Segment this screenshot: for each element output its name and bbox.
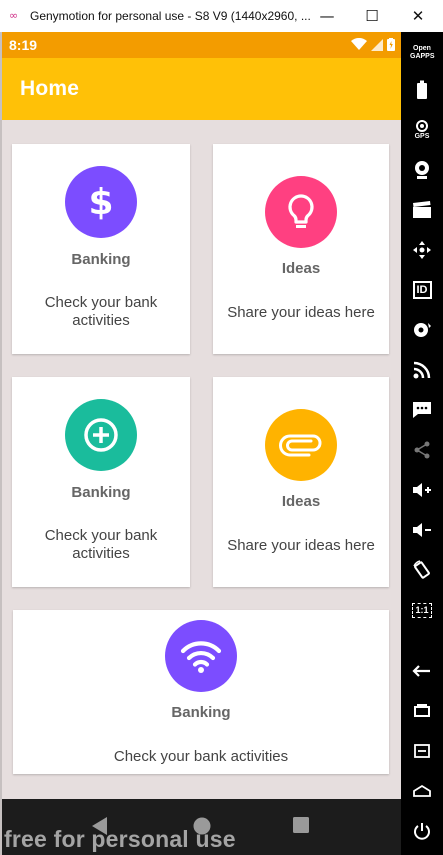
battery-button[interactable] bbox=[401, 76, 443, 104]
webcam-icon bbox=[415, 161, 429, 179]
card-title: Ideas bbox=[281, 493, 321, 510]
back-arrow-icon bbox=[412, 665, 430, 677]
card-title: Banking bbox=[71, 484, 131, 501]
message-icon bbox=[413, 402, 431, 418]
move-icon bbox=[413, 241, 431, 259]
pixel-perfect-button[interactable]: 1:1 bbox=[401, 596, 443, 624]
clapperboard-icon bbox=[413, 201, 431, 218]
share-button[interactable] bbox=[401, 436, 443, 464]
recents-button[interactable] bbox=[292, 816, 310, 834]
status-icons bbox=[351, 38, 395, 51]
signal-status-icon bbox=[371, 38, 383, 51]
dollar-icon: $ bbox=[65, 166, 137, 238]
card-description: Check your bank activities bbox=[113, 748, 289, 765]
maximize-icon: ☐ bbox=[365, 7, 379, 25]
network-button[interactable] bbox=[401, 356, 443, 384]
card-ideas-2[interactable]: Ideas Share your ideas here bbox=[213, 377, 389, 587]
share-icon bbox=[414, 441, 430, 459]
disc-icon bbox=[414, 323, 431, 337]
capture-button[interactable] bbox=[401, 196, 443, 224]
dashboard-grid: $ Banking Check your bank activities Ide… bbox=[2, 120, 401, 799]
nav-recent-button[interactable] bbox=[401, 698, 443, 724]
genymotion-logo-icon: ∞ bbox=[9, 9, 19, 22]
volume-down-button[interactable] bbox=[401, 516, 443, 544]
minimize-button[interactable]: — bbox=[305, 0, 349, 32]
wifi-status-icon bbox=[351, 38, 367, 50]
card-banking-1[interactable]: $ Banking Check your bank activities bbox=[12, 144, 190, 354]
rotate-button[interactable] bbox=[401, 556, 443, 584]
menu-icon bbox=[414, 744, 430, 758]
sms-button[interactable] bbox=[401, 396, 443, 424]
rotate-icon bbox=[413, 560, 430, 579]
minimize-icon: — bbox=[319, 7, 335, 25]
lightbulb-icon bbox=[265, 176, 337, 248]
svg-text:$: $ bbox=[88, 182, 113, 223]
card-description: Share your ideas here bbox=[227, 537, 375, 554]
nav-home-button[interactable] bbox=[401, 778, 443, 804]
emulator-sidebar: Open GAPPS GPS ID 1:1 bbox=[401, 32, 443, 855]
card-title: Ideas bbox=[281, 260, 321, 277]
plus-circle-icon bbox=[65, 399, 137, 471]
card-icon-circle: $ bbox=[65, 166, 137, 238]
paperclip-icon bbox=[265, 409, 337, 481]
status-time: 8:19 bbox=[9, 37, 38, 53]
card-icon-circle bbox=[265, 409, 337, 481]
device-id-button[interactable]: ID bbox=[401, 276, 443, 304]
watermark-text: free for personal use bbox=[4, 826, 236, 852]
window-title: Genymotion for personal use - S8 V9 (144… bbox=[30, 9, 311, 23]
card-banking-3[interactable]: Banking Check your bank activities bbox=[13, 610, 389, 774]
nav-back-button[interactable] bbox=[401, 658, 443, 684]
volume-up-button[interactable] bbox=[401, 476, 443, 504]
gps-button[interactable]: GPS bbox=[401, 114, 443, 144]
card-description: Share your ideas here bbox=[227, 304, 375, 321]
gps-label: GPS bbox=[414, 132, 430, 140]
menu-button[interactable] bbox=[401, 738, 443, 764]
recent-apps-icon bbox=[414, 704, 430, 717]
power-button[interactable] bbox=[401, 818, 443, 844]
rss-icon bbox=[413, 361, 431, 379]
wifi-icon bbox=[165, 620, 237, 692]
status-bar: 8:19 bbox=[2, 32, 401, 58]
volume-down-icon bbox=[413, 523, 431, 537]
card-banking-2[interactable]: Banking Check your bank activities bbox=[12, 377, 190, 587]
close-icon: ✕ bbox=[411, 7, 425, 25]
card-title: Banking bbox=[171, 704, 231, 721]
page-title: Home bbox=[20, 77, 80, 100]
card-ideas-1[interactable]: Ideas Share your ideas here bbox=[213, 144, 389, 354]
volume-up-icon bbox=[413, 483, 431, 497]
open-gapps-label: Open GAPPS bbox=[410, 45, 435, 60]
power-icon bbox=[414, 823, 430, 840]
card-description: Check your bank activities bbox=[44, 294, 158, 329]
battery-status-icon bbox=[387, 38, 395, 51]
scale-icon: 1:1 bbox=[412, 602, 432, 618]
dpad-button[interactable] bbox=[401, 236, 443, 264]
close-button[interactable]: ✕ bbox=[396, 0, 440, 32]
card-title: Banking bbox=[71, 251, 131, 268]
maximize-button[interactable]: ☐ bbox=[350, 0, 394, 32]
app-toolbar: Home bbox=[2, 58, 401, 120]
card-description: Check your bank activities bbox=[44, 527, 158, 562]
battery-icon bbox=[417, 80, 427, 99]
camera-button[interactable] bbox=[401, 156, 443, 184]
window-titlebar: ∞ Genymotion for personal use - S8 V9 (1… bbox=[0, 0, 443, 33]
card-icon-circle bbox=[65, 399, 137, 471]
card-icon-circle bbox=[165, 620, 237, 692]
media-button[interactable] bbox=[401, 316, 443, 344]
gps-icon bbox=[416, 119, 428, 132]
card-icon-circle bbox=[265, 176, 337, 248]
id-icon: ID bbox=[412, 281, 432, 299]
home-icon bbox=[413, 784, 431, 797]
open-gapps-button[interactable]: Open GAPPS bbox=[401, 36, 443, 70]
